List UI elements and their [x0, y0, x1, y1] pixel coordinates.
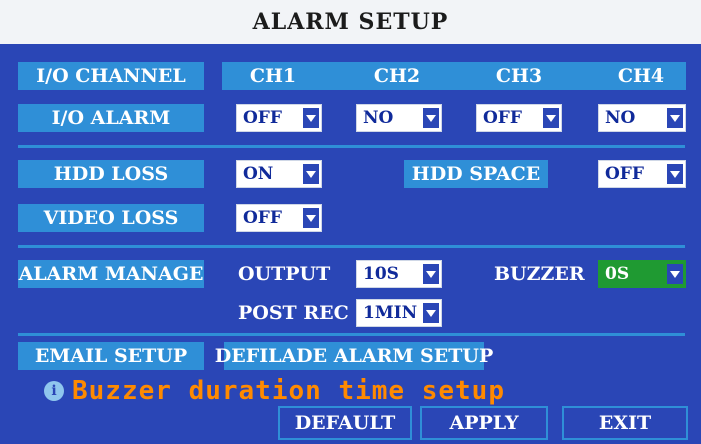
output-select[interactable]: 10S [356, 260, 442, 288]
title-bar: ALARM SETUP [0, 0, 701, 44]
channel-2-header: CH2 [373, 65, 421, 87]
buzzer-value: 0S [605, 264, 630, 284]
hdd-space-value: OFF [605, 164, 644, 184]
defilade-alarm-setup-button[interactable]: DEFILADE ALARM SETUP [215, 342, 493, 370]
io-alarm-ch1-value: OFF [243, 108, 282, 128]
hint-line: i Buzzer duration time setup [44, 375, 505, 407]
alarm-manage-label: ALARM MANAGE [18, 260, 204, 288]
hdd-loss-value: ON [243, 164, 274, 184]
io-alarm-ch2-value: NO [363, 108, 394, 128]
info-icon: i [44, 381, 64, 401]
post-rec-select[interactable]: 1MIN [356, 299, 442, 327]
chevron-down-icon[interactable] [303, 164, 319, 184]
chevron-down-icon[interactable] [303, 208, 319, 228]
post-rec-label: POST REC [238, 302, 349, 324]
email-setup-button[interactable]: EMAIL SETUP [18, 342, 204, 370]
io-alarm-ch3-value: OFF [483, 108, 522, 128]
hint-text: Buzzer duration time setup [72, 376, 505, 406]
video-loss-select[interactable]: OFF [236, 204, 322, 232]
io-alarm-ch4-select[interactable]: NO [598, 104, 686, 132]
channel-3-header: CH3 [495, 65, 543, 87]
chevron-down-icon[interactable] [423, 264, 439, 284]
io-alarm-ch3-select[interactable]: OFF [476, 104, 562, 132]
default-button[interactable]: DEFAULT [278, 406, 412, 440]
chevron-down-icon[interactable] [667, 164, 683, 184]
apply-button[interactable]: APPLY [420, 406, 548, 440]
hdd-space-select[interactable]: OFF [598, 160, 686, 188]
io-alarm-ch1-select[interactable]: OFF [236, 104, 322, 132]
output-label: OUTPUT [238, 263, 331, 285]
hdd-loss-select[interactable]: ON [236, 160, 322, 188]
exit-button[interactable]: EXIT [562, 406, 688, 440]
chevron-down-icon[interactable] [667, 108, 683, 128]
chevron-down-icon[interactable] [303, 108, 319, 128]
chevron-down-icon[interactable] [423, 303, 439, 323]
window-title: ALARM SETUP [252, 9, 449, 35]
video-loss-label: VIDEO LOSS [18, 204, 204, 232]
divider [18, 245, 685, 248]
divider [18, 145, 685, 148]
buzzer-label: BUZZER [494, 263, 585, 285]
alarm-setup-window: ALARM SETUP I/O CHANNEL CH1 CH2 CH3 CH4 … [0, 0, 701, 444]
chevron-down-icon[interactable] [423, 108, 439, 128]
post-rec-value: 1MIN [363, 303, 418, 323]
io-alarm-ch4-value: NO [605, 108, 636, 128]
io-alarm-label: I/O ALARM [18, 104, 204, 132]
buzzer-select[interactable]: 0S [598, 260, 686, 288]
divider [18, 333, 685, 336]
chevron-down-icon[interactable] [543, 108, 559, 128]
io-alarm-ch2-select[interactable]: NO [356, 104, 442, 132]
video-loss-value: OFF [243, 208, 282, 228]
hdd-space-label: HDD SPACE [404, 160, 548, 188]
channel-1-header: CH1 [249, 65, 297, 87]
channel-4-header: CH4 [617, 65, 665, 87]
hdd-loss-label: HDD LOSS [18, 160, 204, 188]
io-channel-label: I/O CHANNEL [18, 62, 204, 90]
chevron-down-icon[interactable] [667, 264, 683, 284]
output-value: 10S [363, 264, 399, 284]
